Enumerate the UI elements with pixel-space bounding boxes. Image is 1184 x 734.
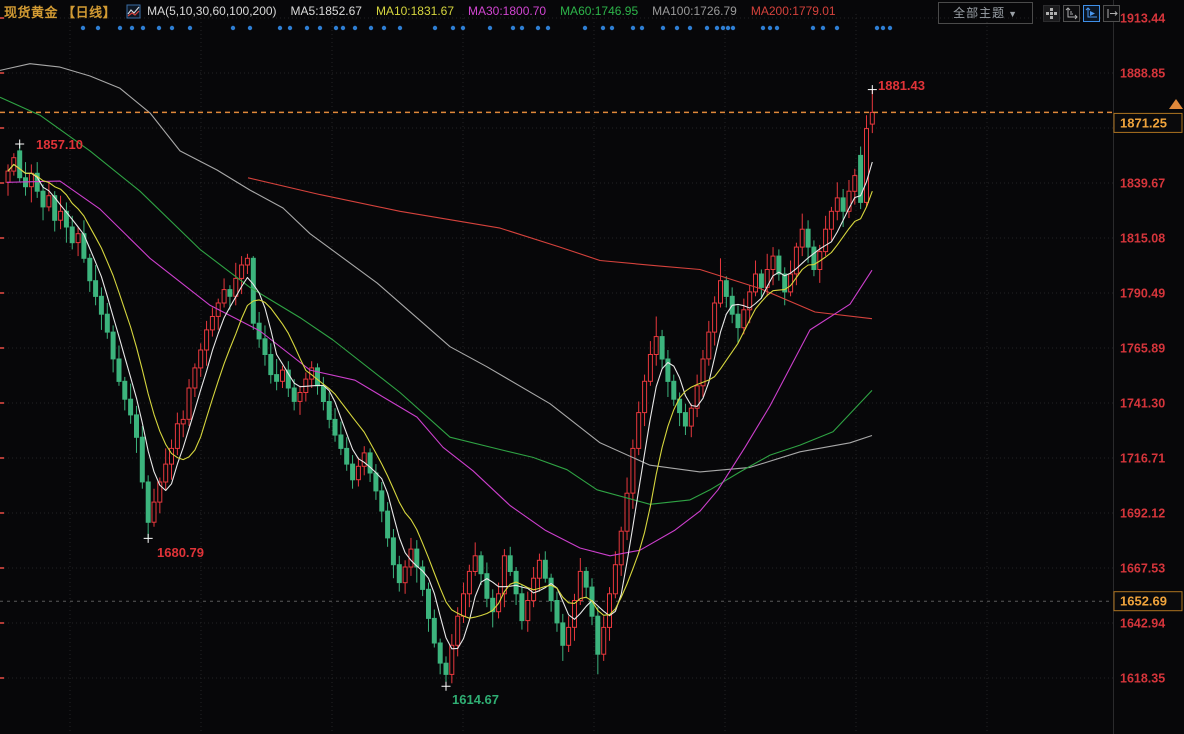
chevron-down-icon: ▼ [1008, 9, 1018, 19]
theme-dropdown-label: 全部主题 [953, 6, 1005, 20]
instrument-title: 现货黄金 【日线】 [4, 2, 116, 21]
ma-lines [0, 64, 872, 649]
header-toolbar: 全部主题▼ [938, 2, 1120, 24]
theme-dropdown[interactable]: 全部主题▼ [938, 2, 1033, 24]
price-annotation: 1881.43 [878, 78, 925, 93]
ma-value: MA5:1852.67 [291, 4, 362, 18]
ma-value: MA30:1800.70 [468, 4, 546, 18]
axis-tick-label: 1815.08 [1120, 232, 1165, 246]
axis-scale-icon[interactable] [1063, 5, 1080, 22]
candlestick-chart[interactable]: 1857.101680.791614.671881.431913.441888.… [0, 0, 1184, 734]
axis-tick-label: 1790.49 [1120, 287, 1165, 301]
axis-play-icon[interactable] [1083, 5, 1100, 22]
level-price-tag: 1652.69 [1114, 592, 1182, 611]
event-dots[interactable] [81, 26, 892, 30]
axis-tick-label: 1692.12 [1120, 507, 1165, 521]
axis-tick-label: 1741.30 [1120, 397, 1165, 411]
price-axis: 1913.441888.851864.251839.671815.081790.… [1120, 12, 1165, 686]
axis-tick-label: 1765.89 [1120, 342, 1165, 356]
axis-tick-label: 1667.53 [1120, 562, 1165, 576]
candles[interactable] [6, 90, 874, 687]
svg-text:1652.69: 1652.69 [1120, 594, 1167, 609]
ma-value: MA10:1831.67 [376, 4, 454, 18]
ma-values: MA5:1852.67 MA10:1831.67 MA30:1800.70 MA60:… [277, 4, 836, 18]
ma-value: MA200:1779.01 [751, 4, 836, 18]
price-annotation: 1614.67 [452, 692, 499, 707]
annotations: 1857.10 1680.79 1614.67 1881.43 [15, 78, 925, 707]
price-up-arrow-icon [1169, 99, 1183, 109]
trading-chart-app: 1857.101680.791614.671881.431913.441888.… [0, 0, 1184, 734]
price-annotation: 1857.10 [36, 137, 83, 152]
ma-value: MA100:1726.79 [652, 4, 737, 18]
axis-tick-label: 1888.85 [1120, 67, 1165, 81]
svg-text:1871.25: 1871.25 [1120, 115, 1167, 130]
ma-value: MA60:1746.95 [560, 4, 638, 18]
axis-tick-label: 1618.35 [1120, 672, 1165, 686]
axis-tick-label: 1642.94 [1120, 617, 1165, 631]
axis-tick-label: 1839.67 [1120, 177, 1165, 191]
mini-chart-icon[interactable] [126, 4, 141, 19]
price-annotation: 1680.79 [157, 545, 204, 560]
ma-formula-label: MA(5,10,30,60,100,200) [147, 4, 276, 18]
pan-move-icon[interactable] [1043, 5, 1060, 22]
chart-header-bar: 现货黄金 【日线】 MA(5,10,30,60,100,200) MA5:185… [0, 0, 1184, 22]
axis-tick-label: 1716.71 [1120, 452, 1165, 466]
pane-shift-icon[interactable] [1103, 5, 1120, 22]
current-price-tag: 1871.25 [1114, 113, 1182, 132]
